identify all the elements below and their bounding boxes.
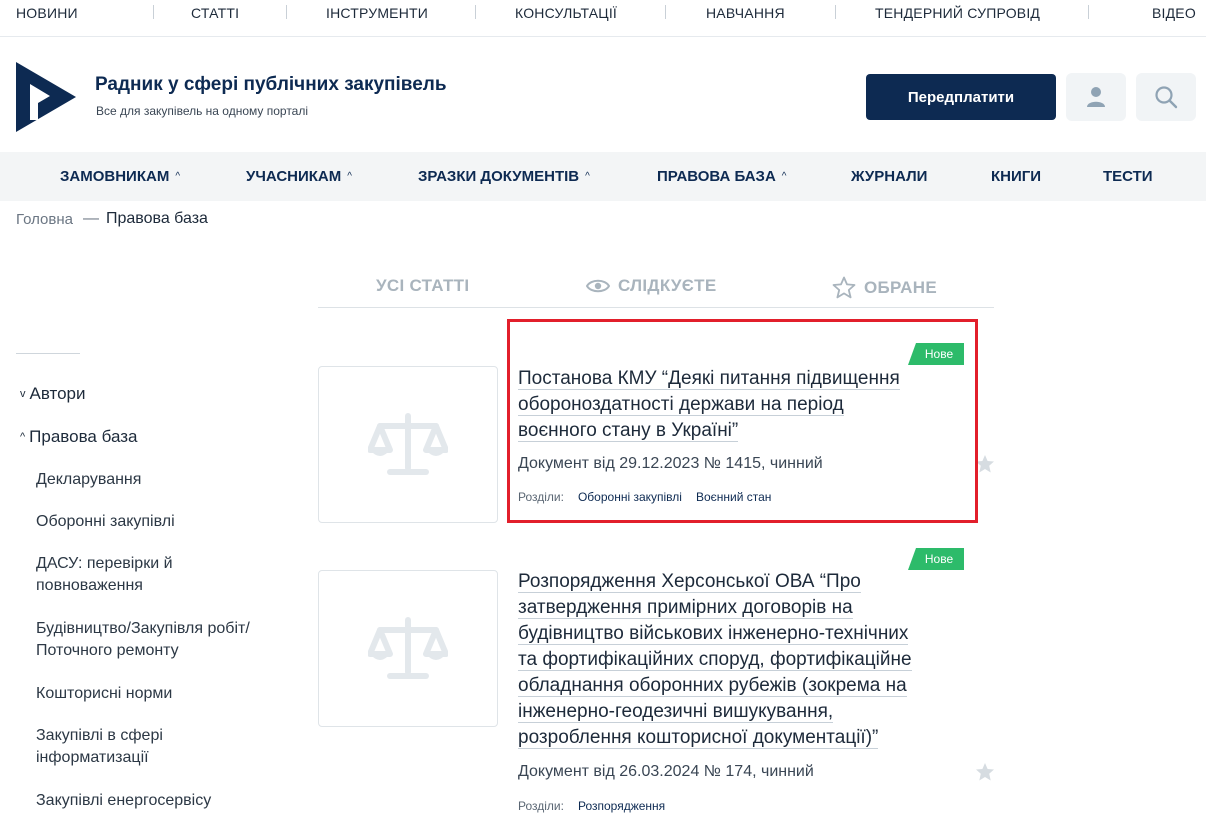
topnav-tools[interactable]: Інструменти — [326, 5, 428, 21]
document-sections: Розділи: Оборонні закупівлі Воєнний стан — [518, 490, 772, 504]
topnav-separator — [153, 5, 154, 19]
chevron-up-icon: ^ — [781, 171, 787, 182]
topnav-consultations[interactable]: Консультації — [515, 5, 617, 21]
mainnav-journals[interactable]: ЖУРНАЛИ — [851, 168, 927, 185]
breadcrumb-separator: — — [83, 210, 99, 227]
new-badge: Нове — [908, 343, 964, 365]
tab-favorites[interactable]: ОБРАНЕ — [832, 276, 937, 299]
tabs-divider — [318, 307, 994, 308]
logo-icon[interactable] — [16, 62, 76, 132]
favorite-star-icon[interactable] — [975, 454, 995, 474]
sidebar-item-declaration[interactable]: Декларування — [36, 469, 296, 491]
top-nav: Новини Статті Інструменти Консультації Н… — [0, 0, 1206, 37]
site-title[interactable]: Радник у сфері публічних закупівель — [95, 74, 447, 96]
document-meta: Документ від 29.12.2023 № 1415, чинний — [518, 455, 823, 472]
mainnav-legal-base[interactable]: ПРАВОВА БАЗА ^ — [657, 168, 787, 185]
topnav-video[interactable]: Відео — [1152, 5, 1196, 21]
breadcrumb-home[interactable]: Головна — [16, 211, 73, 228]
topnav-separator — [665, 5, 666, 19]
sidebar-toggle-legal-base[interactable]: ^ Правова база — [20, 427, 137, 447]
sidebar-item-defense-procurement[interactable]: Оборонні закупівлі — [36, 511, 296, 533]
topnav-tender-support[interactable]: Тендерний супровід — [875, 5, 1040, 21]
sidebar-item-energy-service[interactable]: Закупівлі енергосервісу — [36, 790, 296, 812]
tab-following[interactable]: СЛІДКУЄТЕ — [586, 276, 717, 296]
section-tag[interactable]: Воєнний стан — [696, 490, 771, 504]
chevron-up-icon: ^ — [347, 171, 352, 182]
main-nav: ЗАМОВНИКАМ ^ УЧАСНИКАМ ^ ЗРАЗКИ ДОКУМЕНТІВ… — [0, 152, 1206, 201]
topnav-education[interactable]: Навчання — [706, 5, 785, 21]
star-outline-icon — [832, 276, 856, 299]
chevron-down-icon: v — [20, 388, 26, 400]
topnav-separator — [835, 5, 836, 19]
sidebar-item-construction[interactable]: Будівництво/Закупівля робіт/ Поточного р… — [36, 618, 286, 662]
chevron-up-icon: ^ — [175, 171, 181, 182]
sidebar-item-estimate-norms[interactable]: Кошторисні норми — [36, 683, 296, 705]
mainnav-books[interactable]: КНИГИ — [991, 168, 1041, 185]
chevron-up-icon: ^ — [20, 431, 26, 443]
topnav-separator — [286, 5, 287, 19]
sidebar-item-dasu[interactable]: ДАСУ: перевірки й повноваження — [36, 553, 226, 597]
sidebar-item-informatization[interactable]: Закупівлі в сфері інформатизації — [36, 725, 206, 769]
chevron-up-icon: ^ — [585, 171, 590, 182]
topnav-articles[interactable]: Статті — [191, 5, 239, 21]
topnav-news[interactable]: Новини — [16, 5, 78, 21]
sidebar-divider — [16, 353, 80, 354]
search-button[interactable] — [1136, 73, 1196, 121]
topnav-separator — [475, 5, 476, 19]
site-subtitle: Все для закупівель на одному порталі — [96, 104, 309, 118]
document-meta: Документ від 26.03.2024 № 174, чинний — [518, 763, 814, 780]
topnav-separator — [1088, 5, 1089, 19]
mainnav-customers[interactable]: ЗАМОВНИКАМ ^ — [60, 168, 180, 185]
search-icon — [1155, 86, 1178, 109]
mainnav-document-samples[interactable]: ЗРАЗКИ ДОКУМЕНТІВ ^ — [418, 168, 590, 185]
scales-icon — [368, 412, 448, 475]
document-thumbnail[interactable] — [318, 366, 498, 523]
favorite-star-icon[interactable] — [975, 762, 995, 782]
subscribe-button[interactable]: Передплатити — [866, 74, 1056, 120]
document-thumbnail[interactable] — [318, 570, 498, 727]
section-tag[interactable]: Оборонні закупівлі — [578, 490, 682, 504]
sidebar-toggle-authors[interactable]: v Автори — [20, 384, 86, 404]
section-tag[interactable]: Розпорядження — [578, 799, 665, 813]
user-icon — [1087, 87, 1105, 107]
tab-all-articles[interactable]: УСІ СТАТТІ — [376, 276, 469, 296]
document-sections: Розділи: Розпорядження — [518, 799, 666, 813]
new-badge: Нове — [908, 548, 964, 570]
mainnav-participants[interactable]: УЧАСНИКАМ ^ — [246, 168, 352, 185]
mainnav-tests[interactable]: ТЕСТИ — [1103, 168, 1153, 185]
document-title-link[interactable]: Постанова КМУ “Деякі питання підвищення … — [518, 366, 963, 444]
user-button[interactable] — [1066, 73, 1126, 121]
breadcrumb-current: Правова база — [106, 210, 208, 227]
scales-icon — [368, 616, 448, 679]
document-title-link[interactable]: Розпорядження Херсонської ОВА “Про затве… — [518, 569, 963, 751]
eye-icon — [586, 279, 610, 293]
